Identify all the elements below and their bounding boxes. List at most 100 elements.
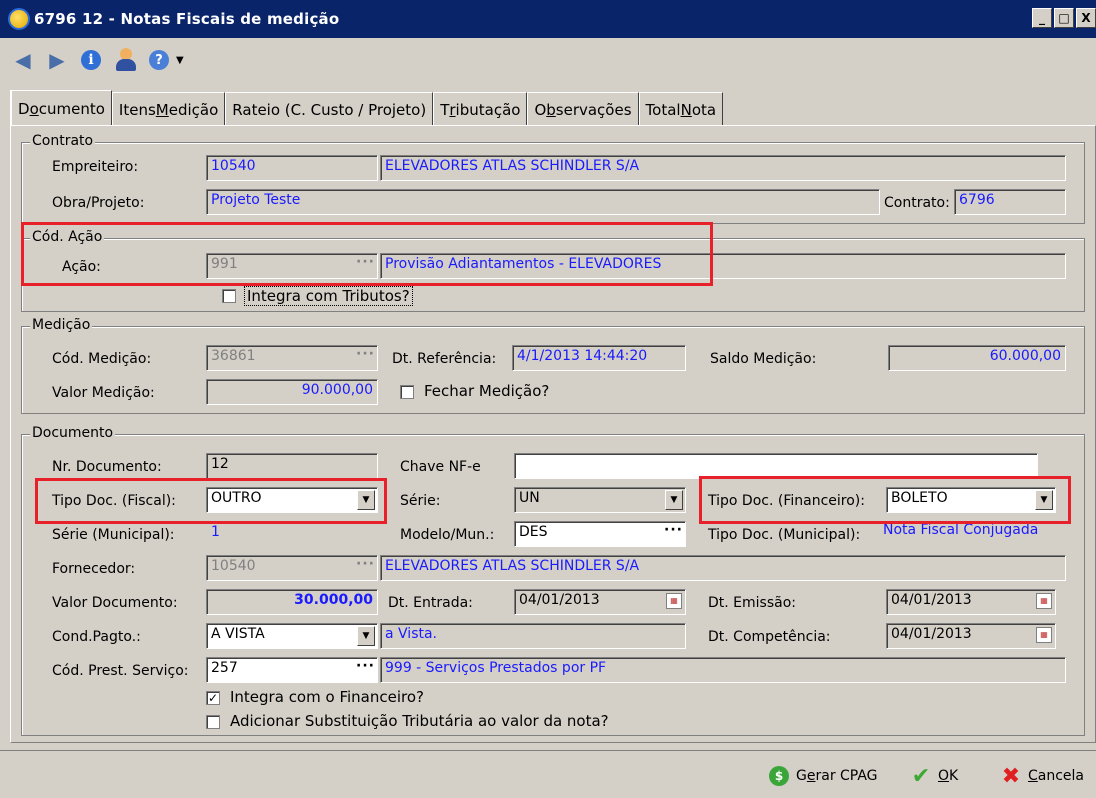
modelo-mun-label: Modelo/Mun.:	[400, 527, 495, 543]
tab-bar: Do cumento Itens Medição Rateio (C. Custo…	[10, 90, 724, 126]
fornecedor-name-field[interactable]: ELEVADORES ATLAS SCHINDLER S/A	[380, 555, 1066, 581]
chevron-down-icon[interactable]: ▼	[1035, 490, 1053, 510]
tipo-doc-fiscal-select[interactable]: OUTRO ▼	[206, 487, 378, 513]
redo-icon: ▶	[49, 48, 65, 72]
close-button[interactable]: X	[1076, 8, 1096, 28]
ok-button[interactable]: ✔ OK	[910, 763, 958, 789]
empreiteiro-name-field[interactable]: ELEVADORES ATLAS SCHINDLER S/A	[380, 155, 1066, 181]
integra-financeiro-checkbox[interactable]: ✓	[206, 691, 220, 705]
user-button[interactable]	[112, 48, 138, 72]
calendar-icon[interactable]: ▦	[1036, 593, 1052, 609]
cond-pagto-desc-field[interactable]: a Vista.	[380, 623, 686, 649]
acao-lookup-button[interactable]: ···	[356, 254, 375, 270]
modelo-lookup-button[interactable]: ···	[664, 522, 683, 538]
acao-code-field[interactable]: 991 ···	[206, 253, 378, 279]
valor-documento-field[interactable]: 30.000,00	[206, 589, 378, 615]
tipo-doc-municipal-label: Tipo Doc. (Municipal):	[708, 527, 861, 543]
documento-legend: Documento	[30, 425, 116, 441]
serie-municipal-field[interactable]: 1	[206, 521, 378, 547]
tab-total-nota[interactable]: Total Nota	[638, 92, 724, 126]
nr-documento-field[interactable]: 12	[206, 453, 378, 479]
tipo-doc-financeiro-select[interactable]: BOLETO ▼	[886, 487, 1056, 513]
valor-medicao-field[interactable]: 90.000,00	[206, 379, 378, 405]
contrato-label: Contrato:	[884, 195, 950, 211]
fornecedor-label: Fornecedor:	[52, 561, 136, 577]
empreiteiro-code-field[interactable]: 10540	[206, 155, 378, 181]
tab-tributacao[interactable]: Tr ibutação	[433, 92, 528, 126]
cod-medicao-label: Cód. Medição:	[52, 351, 152, 367]
tab-rateio[interactable]: Rateio (C. Custo / Projeto)	[225, 92, 434, 126]
help-button[interactable]: ?	[146, 49, 172, 71]
valor-documento-label: Valor Documento:	[52, 595, 178, 611]
chave-nfe-label: Chave NF-e	[400, 459, 481, 475]
app-icon	[8, 8, 30, 30]
dt-entrada-field[interactable]: 04/01/2013 ▦	[514, 589, 686, 615]
help-icon: ?	[149, 50, 169, 70]
dt-competencia-field[interactable]: 04/01/2013 ▦	[886, 623, 1056, 649]
minimize-button[interactable]: _	[1032, 8, 1052, 28]
notas-fiscais-window: 6796 12 - Notas Fiscais de medição _ □ X…	[0, 0, 1096, 798]
contrato-field[interactable]: 6796	[954, 189, 1066, 215]
dt-referencia-field[interactable]: 4/1/2013 14:44:20	[512, 345, 686, 371]
dt-emissao-label: Dt. Emissão:	[708, 595, 796, 611]
adicionar-st-checkbox[interactable]	[206, 715, 220, 729]
info-button[interactable]: i	[78, 49, 104, 71]
redo-button[interactable]: ▶	[44, 48, 70, 72]
serie-municipal-label: Série (Municipal):	[52, 527, 175, 543]
maximize-button[interactable]: □	[1054, 8, 1074, 28]
chevron-down-icon[interactable]: ▼	[357, 626, 375, 646]
medicao-legend: Medição	[30, 317, 93, 333]
integra-tributos-label: Integra com Tributos?	[244, 286, 413, 306]
prest-servico-desc-field[interactable]: 999 - Serviços Prestados por PF	[380, 657, 1066, 683]
chave-nfe-field[interactable]	[514, 453, 1038, 479]
title-bar: 6796 12 - Notas Fiscais de medição _ □ X	[0, 0, 1096, 38]
close-icon: ✖	[1001, 763, 1021, 789]
help-dropdown-icon[interactable]: ▼	[176, 55, 184, 66]
obra-field[interactable]: Projeto Teste	[206, 189, 880, 215]
calendar-icon[interactable]: ▦	[666, 593, 682, 609]
saldo-medicao-field[interactable]: 60.000,00	[888, 345, 1066, 371]
integra-financeiro-label: Integra com o Financeiro?	[230, 688, 424, 706]
medicao-group: Medição Cód. Medição: 36861 ··· Dt. Refe…	[21, 317, 1085, 414]
tab-documento[interactable]: Do cumento	[10, 90, 112, 126]
contrato-legend: Contrato	[30, 133, 96, 149]
serie-label: Série:	[400, 493, 441, 509]
tipo-doc-municipal-field[interactable]: Nota Fiscal Conjugada	[882, 519, 1066, 545]
chevron-down-icon[interactable]: ▼	[665, 490, 683, 510]
user-icon	[114, 48, 136, 72]
cod-medicao-lookup-button[interactable]: ···	[356, 346, 375, 362]
integra-tributos-checkbox[interactable]	[222, 289, 236, 303]
modelo-mun-field[interactable]: DES ···	[514, 521, 686, 547]
documento-group: Documento Nr. Documento: 12 Chave NF-e T…	[21, 425, 1085, 736]
fornecedor-code-field[interactable]: 10540 ···	[206, 555, 378, 581]
nr-documento-label: Nr. Documento:	[52, 459, 162, 475]
acao-name-field[interactable]: Provisão Adiantamentos - ELEVADORES	[380, 253, 1066, 279]
tab-itens-medicao[interactable]: Itens Medição	[111, 92, 226, 126]
cond-pagto-select[interactable]: A VISTA ▼	[206, 623, 378, 649]
tab-observacoes[interactable]: Ob servações	[527, 92, 639, 126]
undo-icon: ◀	[15, 48, 31, 72]
undo-button[interactable]: ◀	[10, 48, 36, 72]
fechar-medicao-checkbox[interactable]	[400, 385, 414, 399]
serie-select[interactable]: UN ▼	[514, 487, 686, 513]
obra-label: Obra/Projeto:	[52, 195, 145, 211]
cod-prest-servico-field[interactable]: 257 ···	[206, 657, 378, 683]
money-icon: $	[769, 766, 789, 786]
toolbar: ◀ ▶ i ? ▼	[0, 40, 1096, 80]
acao-group: Cód. Ação Ação: 991 ··· Provisão Adianta…	[21, 229, 1085, 312]
cod-medicao-field[interactable]: 36861 ···	[206, 345, 378, 371]
empreiteiro-label: Empreiteiro:	[52, 159, 139, 175]
tipo-doc-fiscal-label: Tipo Doc. (Fiscal):	[52, 493, 176, 509]
fornecedor-lookup-button[interactable]: ···	[356, 556, 375, 572]
dt-emissao-field[interactable]: 04/01/2013 ▦	[886, 589, 1056, 615]
info-icon: i	[81, 50, 101, 70]
cancel-button[interactable]: ✖ Cancela	[1000, 763, 1084, 789]
dt-competencia-label: Dt. Competência:	[708, 629, 831, 645]
prest-servico-lookup-button[interactable]: ···	[356, 658, 375, 674]
footer-bar: $ Ge rar CPAG ✔ OK ✖ Cancela	[0, 750, 1096, 798]
check-icon: ✔	[911, 763, 931, 789]
gerar-cpag-button[interactable]: $ Ge rar CPAG	[768, 763, 878, 789]
calendar-icon[interactable]: ▦	[1036, 627, 1052, 643]
chevron-down-icon[interactable]: ▼	[357, 490, 375, 510]
acao-label: Ação:	[62, 259, 101, 275]
